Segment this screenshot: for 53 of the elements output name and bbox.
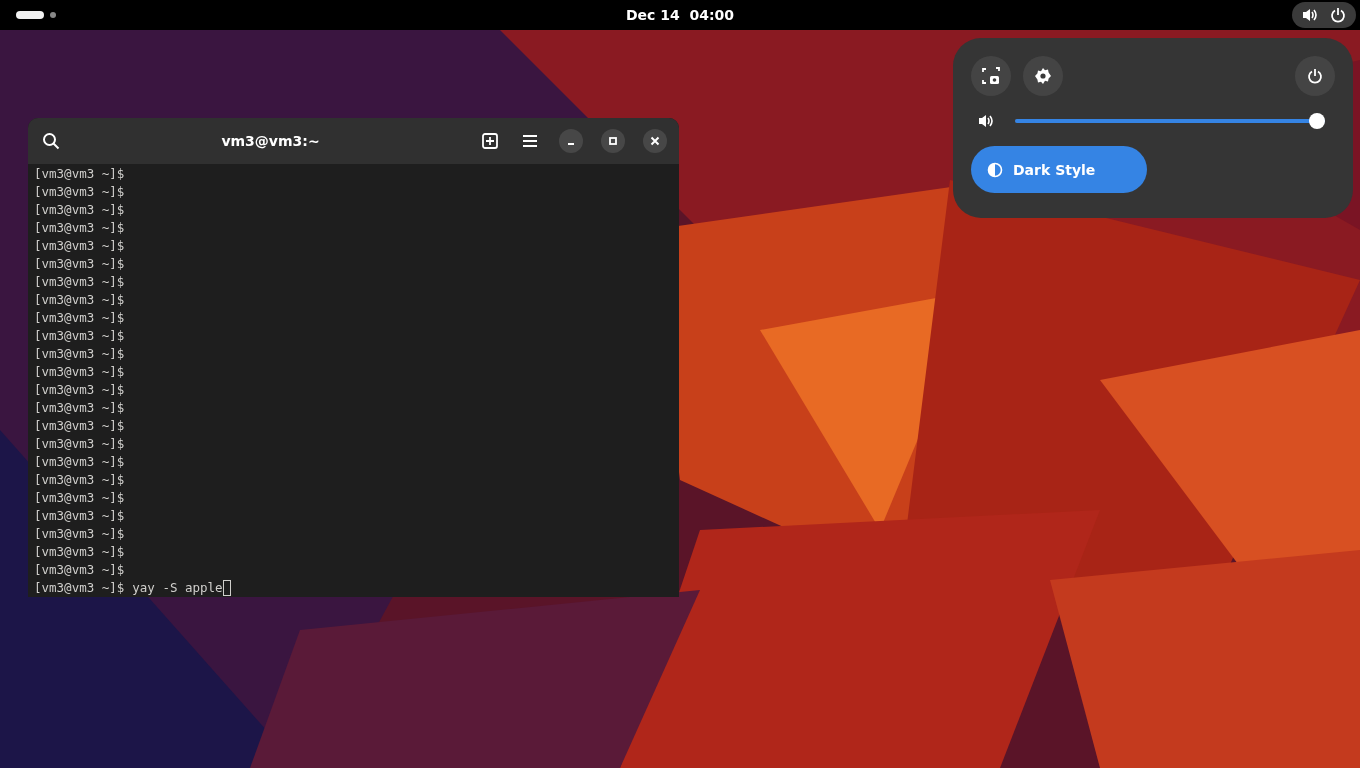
shell-prompt: [vm3@vm3 ~]$ (34, 345, 125, 363)
slider-handle[interactable] (1309, 113, 1325, 129)
shell-prompt: [vm3@vm3 ~]$ (34, 201, 125, 219)
maximize-icon (608, 136, 618, 146)
shell-prompt: [vm3@vm3 ~]$ (34, 273, 125, 291)
camera-icon (982, 67, 1000, 85)
shell-prompt: [vm3@vm3 ~]$ (34, 237, 125, 255)
power-icon (1307, 68, 1323, 84)
speaker-icon (1302, 7, 1318, 23)
shell-prompt: [vm3@vm3 ~]$ (34, 417, 125, 435)
shell-prompt: [vm3@vm3 ~]$ (34, 399, 125, 417)
power-button[interactable] (1295, 56, 1335, 96)
workspace-indicator[interactable] (16, 11, 44, 19)
contrast-icon (987, 161, 1003, 178)
shell-prompt: [vm3@vm3 ~]$ (34, 219, 125, 237)
shell-prompt: [vm3@vm3 ~]$ (34, 309, 125, 327)
dark-style-toggle[interactable]: Dark Style (971, 146, 1147, 193)
settings-icon (1034, 67, 1052, 85)
window-title: vm3@vm3:~ (220, 133, 321, 149)
shell-prompt: [vm3@vm3 ~]$ (34, 507, 125, 525)
power-icon (1330, 7, 1346, 23)
plus-box-icon (482, 133, 498, 149)
minimize-icon (567, 143, 575, 145)
settings-button[interactable] (1023, 56, 1063, 96)
shell-prompt: [vm3@vm3 ~]$ (34, 183, 125, 201)
shell-prompt: [vm3@vm3 ~]$ (34, 489, 125, 507)
shell-prompt: [vm3@vm3 ~]$ (34, 327, 125, 345)
menu-icon (522, 134, 538, 148)
workspace-indicator[interactable] (50, 12, 56, 18)
screenshot-button[interactable] (971, 56, 1011, 96)
speaker-icon (977, 113, 995, 129)
search-icon (42, 132, 60, 150)
shell-prompt: [vm3@vm3 ~]$ (34, 363, 125, 381)
close-button[interactable] (643, 129, 667, 153)
text-cursor (222, 580, 231, 596)
clock[interactable]: Dec 14 04:00 (625, 7, 735, 23)
volume-slider[interactable] (1015, 113, 1325, 129)
shell-prompt: [vm3@vm3 ~]$ (34, 291, 125, 309)
shell-prompt: [vm3@vm3 ~]$ (34, 561, 125, 579)
shell-prompt: [vm3@vm3 ~]$ (34, 165, 125, 183)
typed-command: yay -S apple (132, 579, 223, 597)
close-icon (650, 136, 660, 146)
system-menu-button[interactable] (1292, 2, 1356, 28)
shell-prompt: [vm3@vm3 ~]$ (34, 471, 125, 489)
shell-prompt: [vm3@vm3 ~]$ (34, 435, 125, 453)
shell-prompt: [vm3@vm3 ~]$ (34, 525, 125, 543)
shell-prompt: [vm3@vm3 ~]$ (34, 255, 125, 273)
shell-prompt: [vm3@vm3 ~]$ (34, 453, 125, 471)
minimize-button[interactable] (559, 129, 583, 153)
shell-prompt: [vm3@vm3 ~]$ (34, 579, 125, 597)
maximize-button[interactable] (601, 129, 625, 153)
shell-prompt: [vm3@vm3 ~]$ (34, 543, 125, 561)
shell-prompt: [vm3@vm3 ~]$ (34, 381, 125, 399)
